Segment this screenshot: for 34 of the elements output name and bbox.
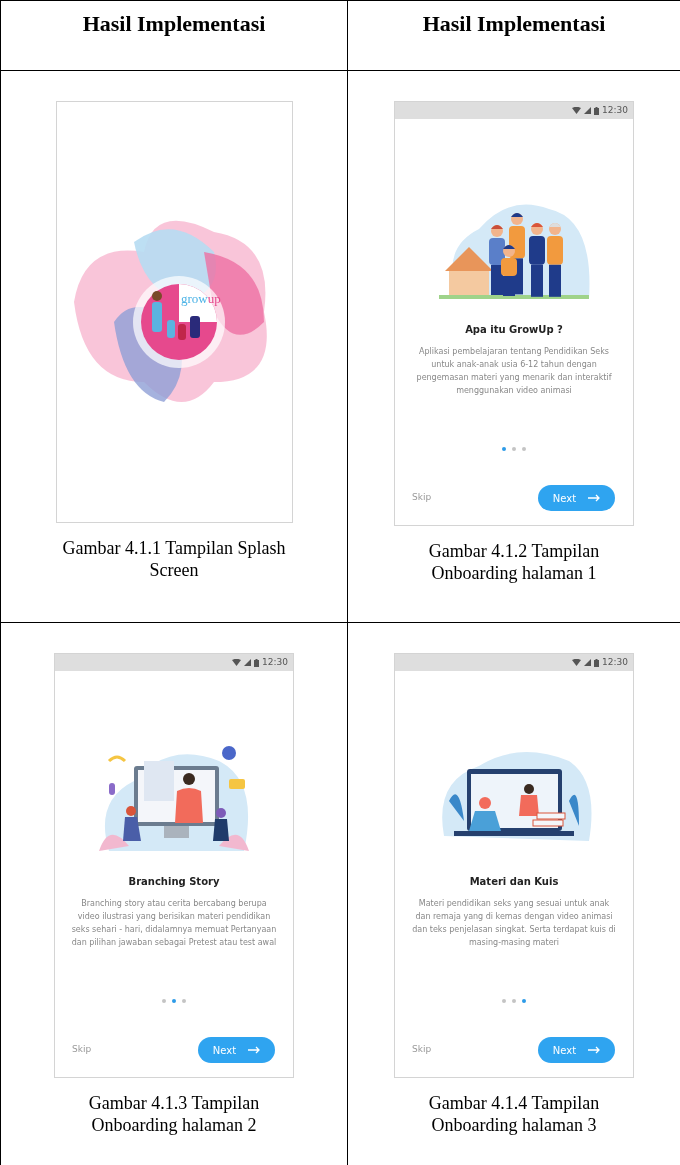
figure-caption: Gambar 4.1.1 Tampilan Splash Screen — [61, 537, 287, 581]
onboarding-description: Aplikasi pembelajaran tentang Pendidikan Seks untuk anak-anak usia 6-12 tahun dengan pengemasan materi yang menarik dan interaktif menggunakan video animasi — [415, 346, 613, 397]
column-header: Hasil Implementasi — [1, 1, 348, 71]
column-header: Hasil Implementasi — [348, 1, 680, 71]
onboarding-title: Materi dan Kuis — [468, 875, 560, 889]
battery-icon — [254, 658, 260, 667]
status-time: 12:30 — [602, 106, 628, 115]
skip-button[interactable]: Skip — [412, 491, 432, 505]
next-button[interactable]: Next — [538, 1037, 615, 1063]
app-logo: growup — [181, 292, 221, 305]
arrow-right-icon — [588, 494, 601, 502]
arrow-right-icon — [248, 1046, 261, 1054]
signal-icon — [584, 659, 592, 666]
wifi-icon — [232, 659, 242, 666]
figure-caption: Gambar 4.1.3 Tampilan Onboarding halaman 2 — [87, 1092, 261, 1136]
status-time: 12:30 — [262, 658, 288, 667]
arrow-right-icon — [588, 1046, 601, 1054]
signal-icon — [584, 107, 592, 114]
status-time: 12:30 — [602, 658, 628, 667]
skip-button[interactable]: Skip — [412, 1043, 432, 1057]
figure-caption: Gambar 4.1.4 Tampilan Onboarding halaman 3 — [427, 1092, 601, 1136]
onboarding-title: Apa itu GrowUp ? — [464, 323, 564, 337]
battery-icon — [594, 106, 600, 115]
figure-caption: Gambar 4.1.2 Tampilan Onboarding halaman 1 — [427, 540, 601, 584]
next-button[interactable]: Next — [538, 485, 615, 511]
next-button[interactable]: Next — [198, 1037, 275, 1063]
skip-button[interactable]: Skip — [72, 1043, 92, 1057]
signal-icon — [244, 659, 252, 666]
onboarding-description: Materi pendidikan seks yang sesuai untuk anak dan remaja yang di kemas dengan video animasi dan teks penjelasan singkat. Serta terdapat kuis di masing-masing materi — [411, 898, 617, 949]
wifi-icon — [572, 659, 582, 666]
onboarding-description: Branching story atau cerita bercabang berupa video ilustrasi yang berisikan materi pendidikan seks sehari - hari, didalamnya memuat Pertanyaan dan pilihan jawaban sebagai Pretest atau test awal — [71, 898, 277, 949]
wifi-icon — [572, 107, 582, 114]
onboarding-title: Branching Story — [127, 875, 221, 889]
battery-icon — [594, 658, 600, 667]
